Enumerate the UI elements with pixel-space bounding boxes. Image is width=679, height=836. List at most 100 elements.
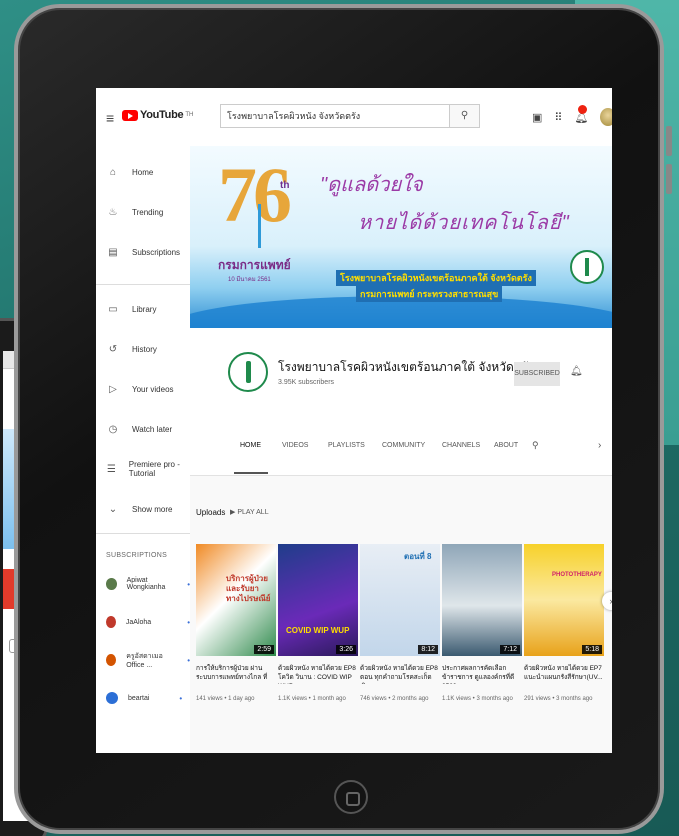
tablet-frame: ≡ YouTube TH ⚲ ▣ ⠿ 🔔︎ ⌂ Home ♨ Trending ▤ S… bbox=[14, 4, 672, 834]
browser-screen: ≡ YouTube TH ⚲ ▣ ⠿ 🔔︎ ⌂ Home ♨ Trending ▤ S… bbox=[96, 88, 612, 753]
channel-tabs: HOME VIDEOS PLAYLISTS COMMUNITY CHANNELS… bbox=[190, 420, 612, 476]
thumbnail-text: PHOTOTHERAPY bbox=[552, 572, 602, 578]
sidebar-item-your-videos[interactable]: ▷ Your videos bbox=[96, 369, 190, 409]
video-meta: 1.1K views • 3 months ago bbox=[442, 696, 513, 702]
library-icon: ▭ bbox=[108, 303, 118, 315]
video-card[interactable]: COVID WIP WUP 3:26 ด้วยผิวหนัง หายได้ดวย… bbox=[278, 544, 358, 702]
video-thumbnail[interactable]: 7:12 bbox=[442, 544, 522, 656]
chevron-right-icon[interactable]: › bbox=[598, 440, 601, 451]
bell-icon[interactable]: 🔔︎ bbox=[570, 366, 583, 377]
subscription-label: beartai bbox=[128, 694, 150, 702]
video-duration: 8:12 bbox=[418, 645, 438, 654]
video-card[interactable]: PHOTOTHERAPY 5:18 ด้วยผิวหนัง หายได้ดวย … bbox=[524, 544, 604, 702]
search-box[interactable] bbox=[220, 104, 450, 128]
sidebar: ⌂ Home ♨ Trending ▤ Subscriptions ▭ Library … bbox=[96, 146, 190, 753]
video-card[interactable]: 7:12 ประกาศผลการคัดเลือกข้าราชการ ดูแลอง… bbox=[442, 544, 522, 702]
video-meta: 141 views • 1 day ago bbox=[196, 696, 255, 702]
thumbnail-text: บริการผู้ป่วย และรับยาทางไปรษณีย์ bbox=[226, 574, 271, 603]
play-all-button[interactable]: ▶ PLAY ALL bbox=[230, 508, 269, 516]
sidebar-item-history[interactable]: ↺ History bbox=[96, 329, 190, 369]
banner-org-line1: โรงพยาบาลโรคผิวหนังเขตร้อนภาคใต้ จังหวัด… bbox=[336, 270, 536, 286]
video-card[interactable]: บริการผู้ป่วย และรับยาทางไปรษณีย์ 2:59 ก… bbox=[196, 544, 276, 702]
topbar-icons: ▣ ⠿ 🔔︎ bbox=[532, 104, 612, 126]
video-thumbnail[interactable]: ตอนที่ 8 8:12 bbox=[360, 544, 440, 656]
tab-about[interactable]: ABOUT bbox=[494, 442, 518, 449]
subscription-avatar bbox=[106, 692, 118, 704]
video-meta: 291 views • 3 months ago bbox=[524, 696, 593, 702]
create-video-icon[interactable]: ▣ bbox=[532, 111, 542, 124]
video-title[interactable]: ด้วยผิวหนัง หายได้ดวย EP8 โควิด วินาน : … bbox=[278, 664, 358, 684]
uploads-shelf: บริการผู้ป่วย และรับยาทางไปรษณีย์ 2:59 ก… bbox=[190, 544, 612, 744]
chevron-right-icon: › bbox=[610, 596, 613, 606]
tab-community[interactable]: COMMUNITY bbox=[382, 442, 425, 449]
subscribed-button[interactable]: SUBSCRIBED bbox=[514, 362, 560, 386]
sidebar-item-label: Watch later bbox=[132, 424, 173, 434]
apps-icon[interactable]: ⠿ bbox=[554, 111, 562, 124]
video-thumbnail[interactable]: บริการผู้ป่วย และรับยาทางไปรษณีย์ 2:59 bbox=[196, 544, 276, 656]
video-title[interactable]: ประกาศผลการคัดเลือกข้าราชการ ดูแลองค์กรท… bbox=[442, 664, 522, 684]
sidebar-item-label: Home bbox=[132, 167, 154, 177]
playlist-icon: ☰ bbox=[106, 463, 116, 475]
uploads-title[interactable]: Uploads bbox=[196, 508, 225, 517]
subscription-label: ครูอัสดาเมอ Office ... bbox=[126, 653, 163, 669]
banner-date: 10 มีนาคม 2561 bbox=[228, 277, 271, 283]
youtube-play-icon bbox=[122, 109, 138, 121]
tab-videos[interactable]: VIDEOS bbox=[282, 442, 308, 449]
youtube-region: TH bbox=[185, 112, 194, 118]
sidebar-item-label: Trending bbox=[132, 207, 164, 217]
trending-icon: ♨ bbox=[108, 206, 118, 218]
video-thumbnail[interactable]: COVID WIP WUP 3:26 bbox=[278, 544, 358, 656]
channel-avatar[interactable] bbox=[228, 352, 268, 392]
video-meta: 746 views • 2 months ago bbox=[360, 696, 429, 702]
notification-badge bbox=[578, 104, 588, 114]
watch-later-icon: ◷ bbox=[108, 423, 118, 435]
sidebar-item-show-more[interactable]: ⌄ Show more bbox=[96, 489, 190, 529]
banner-anniversary-suffix: th bbox=[280, 180, 290, 191]
search-input[interactable] bbox=[221, 105, 449, 127]
home-button[interactable] bbox=[334, 780, 368, 814]
sidebar-item-watch-later[interactable]: ◷ Watch later bbox=[96, 409, 190, 449]
notifications-icon[interactable]: 🔔︎ bbox=[574, 104, 588, 124]
banner-department: กรมการแพทย์ bbox=[218, 258, 291, 272]
subscription-label: JaAloha bbox=[125, 618, 152, 626]
video-meta: 1.1K views • 1 month ago bbox=[278, 696, 346, 702]
subscription-avatar bbox=[106, 654, 117, 666]
channel-name: โรงพยาบาลโรคผิวหนังเขตร้อนภาคใต้ จังหวัด… bbox=[278, 360, 534, 374]
video-card[interactable]: ตอนที่ 8 8:12 ด้วยผิวหนัง หายได้ดวย EP8 … bbox=[360, 544, 440, 702]
subscription-item[interactable]: JaAloha • bbox=[96, 603, 190, 641]
subscription-label: Apiwat Wongkianha bbox=[126, 577, 166, 591]
home-icon: ⌂ bbox=[109, 166, 117, 178]
divider bbox=[96, 284, 190, 285]
sidebar-item-subscriptions[interactable]: ▤ Subscriptions bbox=[96, 232, 190, 272]
sidebar-item-label: Library bbox=[132, 304, 157, 314]
video-duration: 7:12 bbox=[500, 645, 520, 654]
subscriptions-heading: SUBSCRIPTIONS bbox=[106, 552, 168, 559]
active-tab-underline bbox=[234, 472, 268, 474]
tab-channels[interactable]: CHANNELS bbox=[442, 442, 480, 449]
subscriptions-icon: ▤ bbox=[108, 246, 118, 258]
video-title[interactable]: ด้วยผิวหนัง หายได้ดวย EP7 แนะนำแผนกรังสี… bbox=[524, 664, 604, 684]
menu-icon[interactable]: ≡ bbox=[106, 110, 114, 126]
sidebar-item-trending[interactable]: ♨ Trending bbox=[96, 192, 190, 232]
avatar[interactable] bbox=[600, 108, 612, 126]
video-title[interactable]: ด้วยผิวหนัง หายได้ดวย EP8 ตอน ทุกคำถามโร… bbox=[360, 664, 440, 684]
subscription-avatar bbox=[106, 578, 117, 590]
tab-home[interactable]: HOME bbox=[240, 442, 261, 449]
subscription-item[interactable]: ครูอัสดาเมอ Office ... • bbox=[96, 641, 190, 679]
play-all-label: PLAY ALL bbox=[237, 509, 269, 516]
subscription-item[interactable]: Apiwat Wongkianha • bbox=[96, 565, 190, 603]
youtube-logo[interactable]: YouTube TH bbox=[122, 109, 193, 121]
video-thumbnail[interactable]: PHOTOTHERAPY 5:18 bbox=[524, 544, 604, 656]
sidebar-item-library[interactable]: ▭ Library bbox=[96, 289, 190, 329]
channel-search-icon[interactable]: ⚲ bbox=[532, 440, 539, 451]
banner-anniversary-number: 76 bbox=[218, 151, 292, 238]
caduceus-icon bbox=[258, 204, 270, 248]
youtube-topbar: ≡ YouTube TH ⚲ ▣ ⠿ 🔔︎ bbox=[96, 88, 612, 146]
search-button[interactable]: ⚲ bbox=[450, 104, 480, 128]
sidebar-item-label: Show more bbox=[132, 504, 173, 514]
video-title[interactable]: การให้บริการผู้ป่วย ผ่านระบบการแพทย์ทางไ… bbox=[196, 664, 276, 684]
tab-playlists[interactable]: PLAYLISTS bbox=[328, 442, 365, 449]
subscription-item[interactable]: beartai • bbox=[96, 679, 190, 717]
sidebar-item-premiere-pro[interactable]: ☰ Premiere pro - Tutorial bbox=[96, 449, 190, 489]
sidebar-item-home[interactable]: ⌂ Home bbox=[96, 152, 190, 192]
